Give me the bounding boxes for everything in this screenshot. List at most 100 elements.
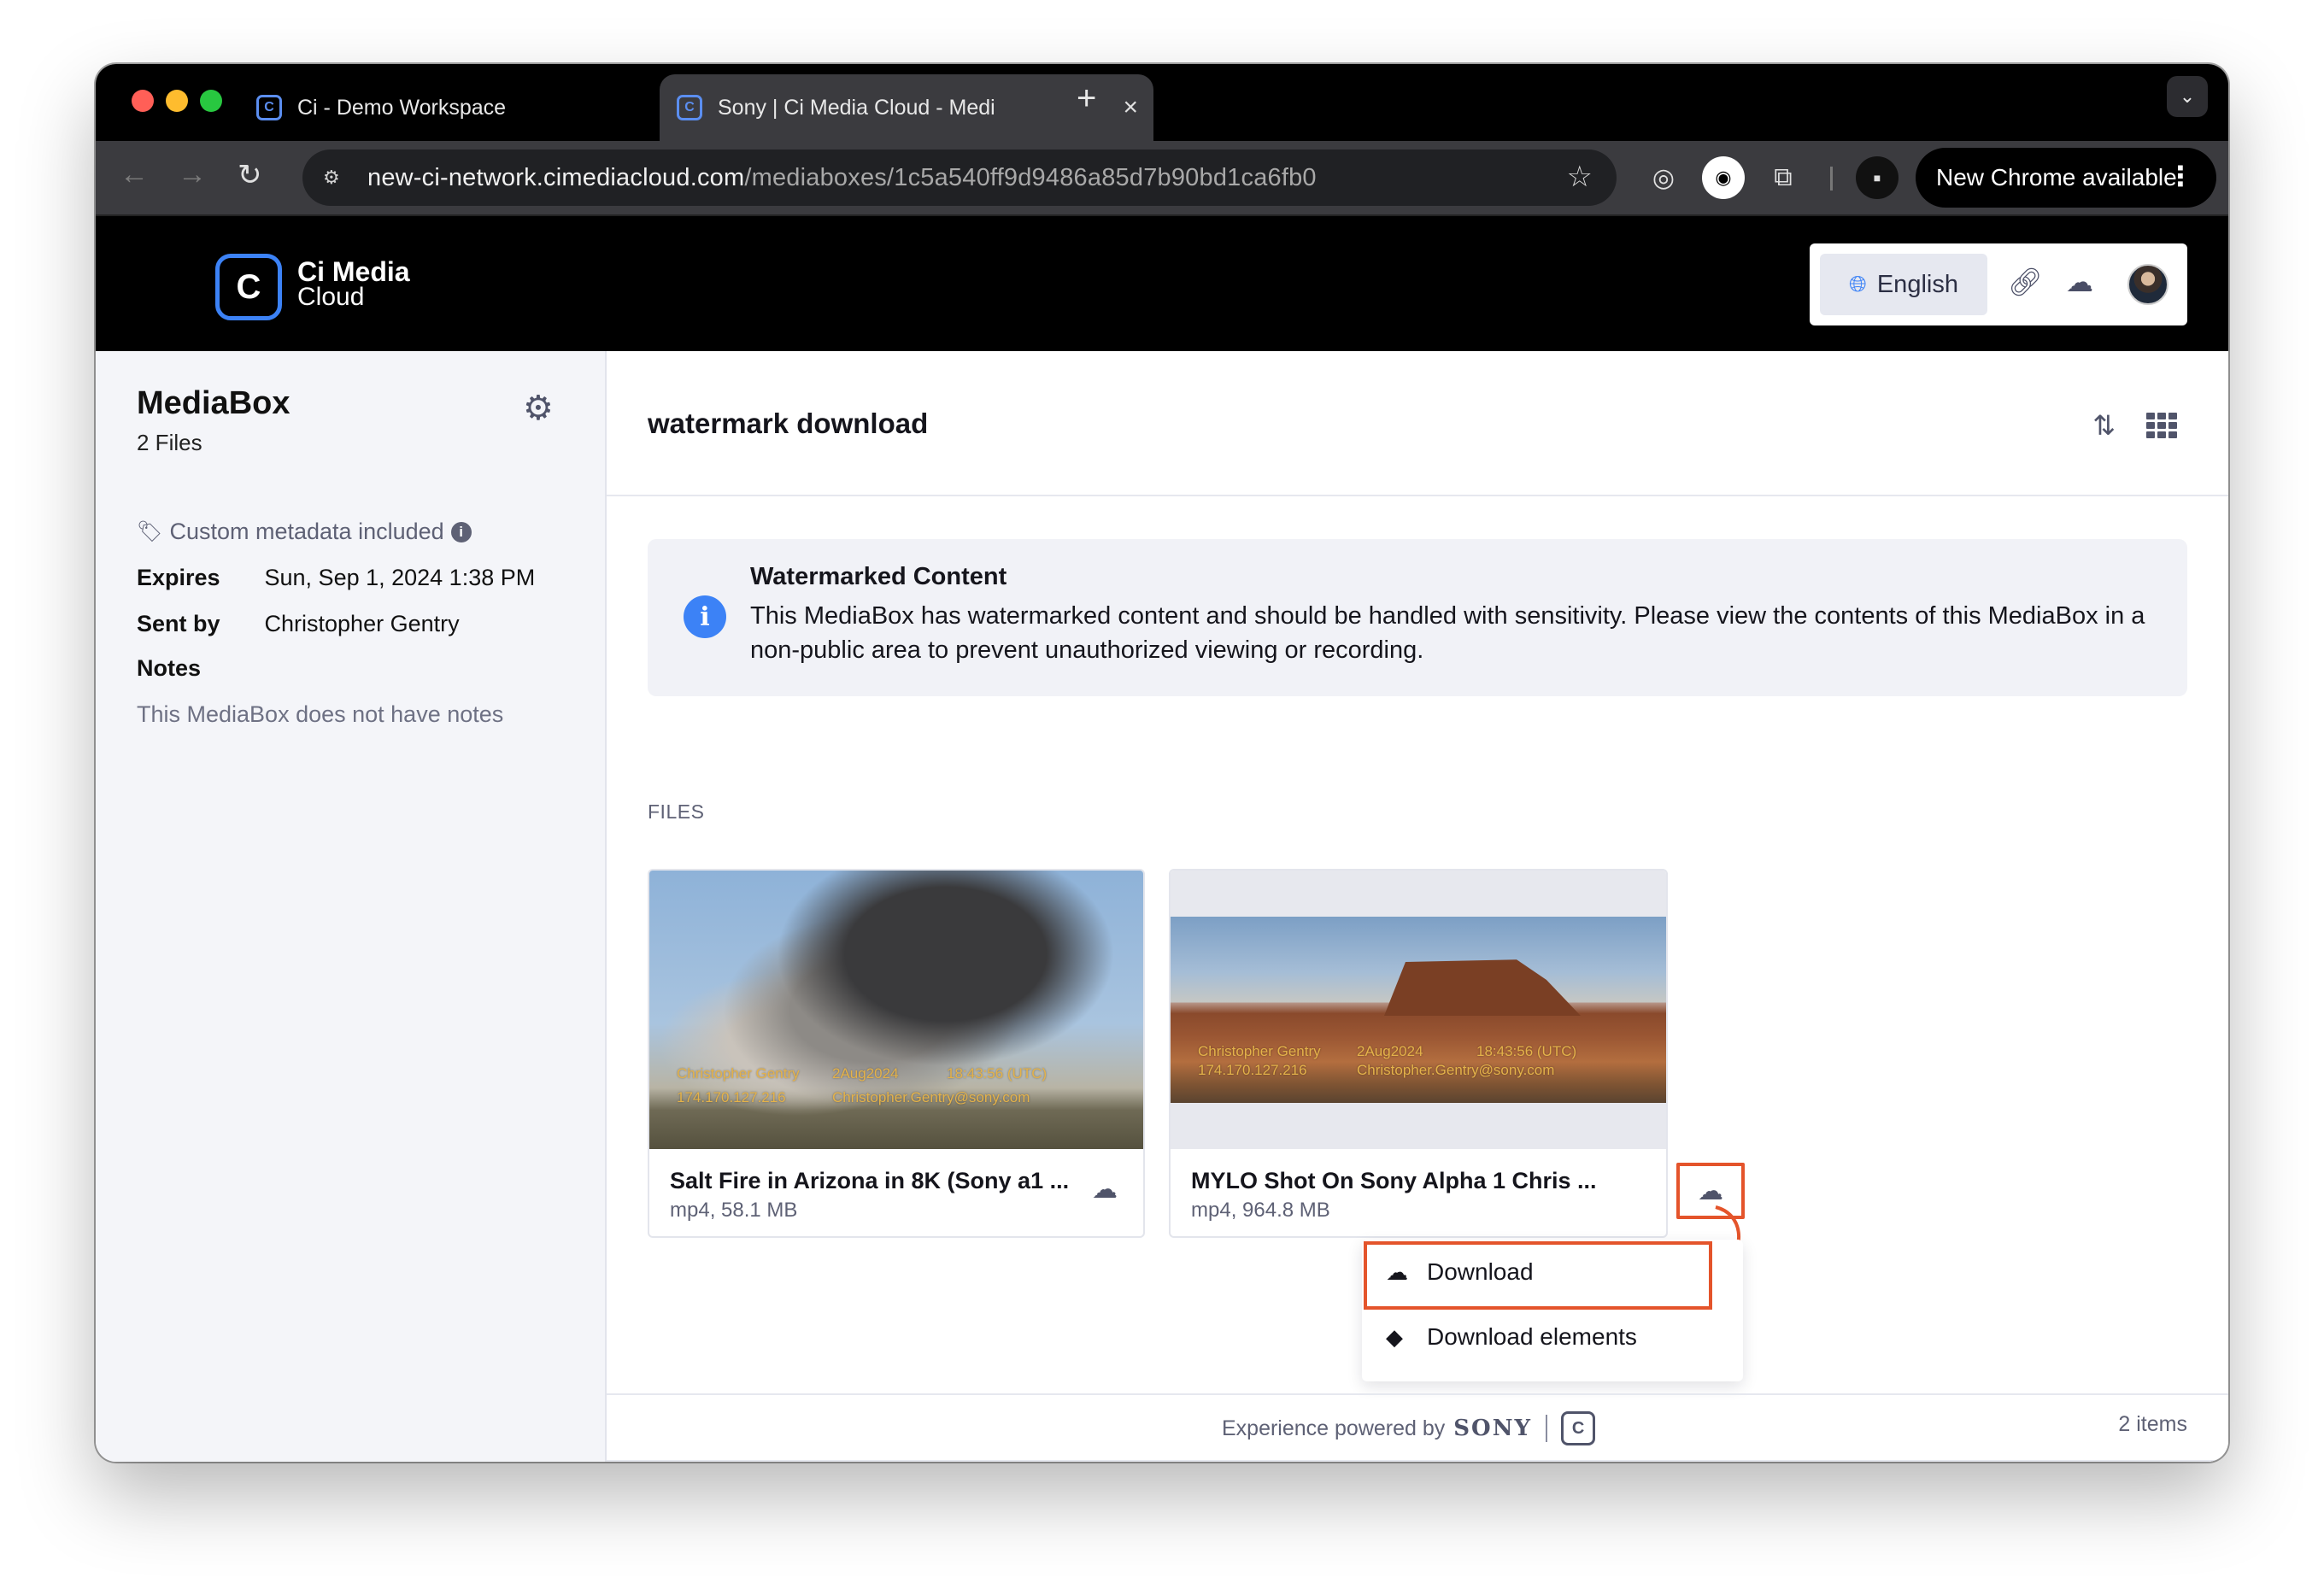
notes-label: Notes [137,655,202,681]
watermark-alert: i Watermarked Content This MediaBox has … [648,539,2187,696]
ci-logo-icon: C [1561,1411,1596,1445]
logo-line2: Cloud [297,283,365,311]
file-meta: mp4, 964.8 MB [1191,1199,1330,1222]
watermark-text: 18:43:56 (UTC) [1476,1043,1577,1059]
footer-divider [607,1460,2228,1462]
close-tab-icon[interactable]: × [1123,93,1138,122]
bookmark-star-icon[interactable]: ☆ [1567,160,1593,194]
profile-extension-icon[interactable]: ◉ [1702,156,1745,199]
divider [607,1393,2228,1395]
kebab-menu-icon: ⋮ [2167,161,2194,191]
app-header: C Ci Media Cloud 🌐︎ English 🔗︎ ☁ [96,216,2228,351]
items-count: 2 items [2118,1412,2187,1436]
watermark-text: 18:43:56 (UTC) [947,1065,1048,1082]
ci-logo-icon: C [215,254,282,320]
minimize-window-button[interactable] [166,90,188,112]
sidebar-title: MediaBox [137,385,290,421]
watermark-text: 174.170.127.216 [1198,1062,1307,1078]
powered-by-text: Experience powered by [1222,1416,1446,1440]
url-text: new-ci-network.cimediacloud.com/mediabox… [367,163,1317,191]
new-tab-button[interactable]: + [1077,79,1096,118]
sent-by-value: Christopher Gentry [264,611,460,636]
notes-empty: This MediaBox does not have notes [137,701,504,727]
new-chrome-label: New Chrome available [1936,164,2177,191]
page-title: watermark download [648,408,929,439]
avatar[interactable] [2127,264,2168,305]
tab-strip: C Ci - Demo Workspace × C Sony | Ci Medi… [96,64,2228,141]
footer-separator [1546,1415,1548,1442]
address-bar[interactable]: ⚙ new-ci-network.cimediacloud.com/mediab… [302,150,1617,206]
menu-item-download-elements[interactable]: ◆ Download elements [1362,1305,1743,1369]
toolbar-divider [1830,167,1833,191]
sony-logo: SONY [1453,1416,1533,1441]
extension-badge-icon[interactable]: ■ [1856,156,1899,199]
mediabox-sidebar: MediaBox 2 Files ⚙ 🏷︎ Custom metadata in… [96,351,607,1462]
watermark-text: Christopher Gentry [1198,1043,1321,1059]
expires-row: Expires Sun, Sep 1, 2024 1:38 PM [137,565,535,591]
metadata-note-label: Custom metadata included [169,519,444,544]
menu-item-label: Download elements [1427,1323,1637,1350]
close-window-button[interactable] [132,90,154,112]
language-label: English [1876,270,1958,298]
file-card[interactable]: Christopher Gentry 2Aug2024 18:43:56 (UT… [1169,869,1668,1238]
watermark-text: 2Aug2024 [1357,1043,1423,1059]
browser-toolbar: ← → ↻ ⚙ new-ci-network.cimediacloud.com/… [96,141,2228,216]
files-section-label: FILES [648,800,705,823]
file-thumbnail[interactable]: Christopher Gentry 2Aug2024 18:43:56 (UT… [1171,871,1666,1149]
file-name[interactable]: Salt Fire in Arizona in 8K (Sony a1 ... [670,1168,1069,1194]
watermark-text: Christopher.Gentry@sony.com [1357,1062,1555,1078]
thumbnail-image [649,871,1143,1149]
info-icon: i [684,595,726,638]
back-button[interactable]: ← [120,158,149,191]
footer: Experience powered by SONY C [1222,1411,1596,1445]
file-name[interactable]: MYLO Shot On Sony Alpha 1 Chris ... [1191,1168,1597,1194]
extensions-puzzle-icon[interactable]: ⧉ [1762,156,1805,199]
info-icon[interactable]: i [450,521,472,542]
main-content: watermark download ⇅ i Watermarked Conte… [607,351,2228,1462]
browser-window: C Ci - Demo Workspace × C Sony | Ci Medi… [96,64,2228,1462]
file-meta: mp4, 58.1 MB [670,1199,798,1222]
custom-metadata-note: 🏷︎ Custom metadata included i [137,519,472,545]
sort-icon[interactable]: ⇅ [2092,409,2116,442]
file-thumbnail[interactable]: Christopher Gentry 2Aug2024 18:43:56 (UT… [649,871,1143,1149]
ci-favicon-icon: C [256,95,282,120]
tag-icon: 🏷︎ [137,520,163,543]
watermark-text: Christopher Gentry [677,1065,800,1082]
site-settings-icon[interactable]: ⚙ [323,167,349,189]
watermark-text: Christopher.Gentry@sony.com [832,1089,1030,1105]
globe-icon: 🌐︎ [1849,271,1867,296]
notes-row: Notes [137,655,201,682]
download-menu-highlight [1364,1241,1712,1310]
header-tools: 🌐︎ English 🔗︎ ☁ [1810,243,2187,325]
tab-title: Sony | Ci Media Cloud - Medi [718,95,995,120]
new-chrome-available-button[interactable]: New Chrome available ⋮ [1916,148,2216,208]
shapes-icon: ◆ [1386,1323,1403,1350]
reload-button[interactable]: ↻ [238,158,262,192]
file-count: 2 Files [137,430,202,455]
expires-label: Expires [137,565,220,590]
link-icon[interactable]: 🔗︎ [2008,266,2043,298]
main-header: watermark download ⇅ [607,351,2228,496]
forward-button[interactable]: → [178,158,207,191]
file-card[interactable]: Christopher Gentry 2Aug2024 18:43:56 (UT… [648,869,1145,1238]
tab-title: Ci - Demo Workspace [297,95,507,120]
gear-icon[interactable]: ⚙ [523,389,554,428]
chevron-down-icon: ⌄ [2179,85,2196,107]
sent-by-row: Sent by Christopher Gentry [137,611,460,637]
grid-view-icon[interactable] [2146,413,2177,438]
expires-value: Sun, Sep 1, 2024 1:38 PM [264,565,536,590]
watermark-text: 174.170.127.216 [677,1089,786,1105]
cloud-download-icon[interactable]: ☁ [2066,266,2093,298]
alert-title: Watermarked Content [750,563,1007,590]
logo-line1: Ci Media [297,256,410,287]
google-lens-icon[interactable]: ◎ [1642,156,1685,199]
maximize-window-button[interactable] [200,90,222,112]
tab-search-button[interactable]: ⌄ [2167,76,2208,117]
ci-favicon-icon: C [677,95,702,120]
watermark-text: 2Aug2024 [832,1065,899,1082]
alert-body: This MediaBox has watermarked content an… [750,602,2145,664]
ci-logo-text: Ci Media Cloud [297,256,410,311]
language-button[interactable]: 🌐︎ English [1820,254,1987,315]
sent-by-label: Sent by [137,611,220,636]
cloud-download-icon[interactable]: ☁ [1092,1175,1118,1205]
